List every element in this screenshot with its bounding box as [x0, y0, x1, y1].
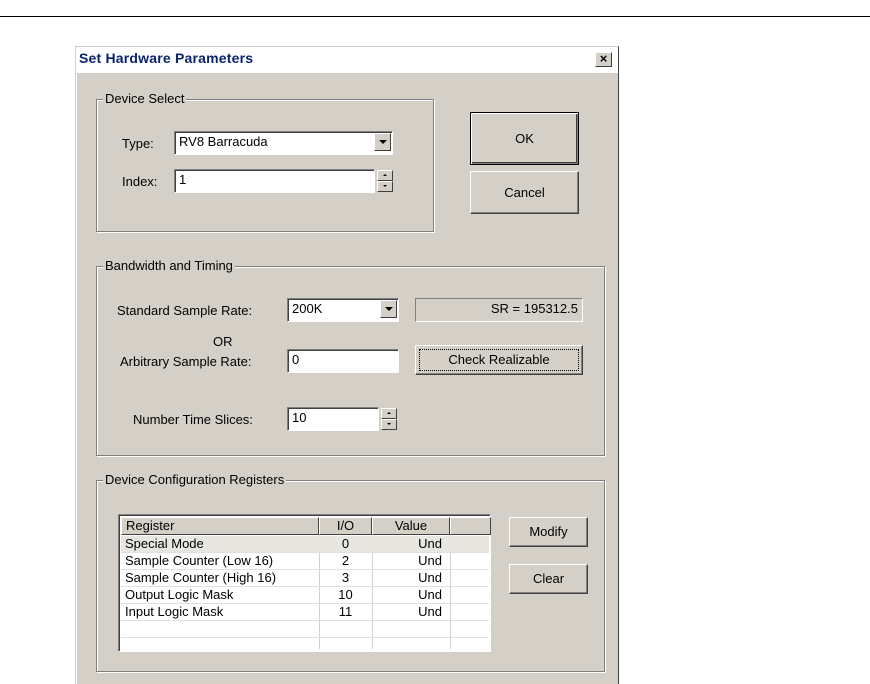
focus-rect: [419, 349, 579, 371]
check-realizable-button[interactable]: Check Realizable: [415, 345, 583, 375]
index-input-value: 1: [179, 172, 187, 187]
title-bar: Set Hardware Parameters ×: [76, 47, 618, 73]
table-row[interactable]: Sample Counter (High 16) 3 Und: [121, 570, 489, 586]
register-cell: Output Logic Mask: [125, 587, 234, 602]
close-icon: ×: [599, 51, 608, 66]
grid-line: [121, 637, 489, 638]
value-cell: Und: [418, 604, 442, 619]
modify-button-label: Modify: [529, 524, 568, 539]
table-row[interactable]: Output Logic Mask 10 Und: [121, 587, 489, 603]
time-slices-spin-up-icon[interactable]: [381, 408, 397, 419]
top-border-line: [0, 16, 870, 17]
index-label: Index:: [122, 174, 158, 189]
standard-sample-rate-label: Standard Sample Rate:: [117, 303, 253, 318]
value-cell: Und: [418, 536, 442, 551]
column-header-value[interactable]: Value: [372, 517, 450, 535]
table-row[interactable]: Sample Counter (Low 16) 2 Und: [121, 553, 489, 569]
standard-sample-rate-dropdown-button[interactable]: [380, 300, 397, 318]
arbitrary-sample-rate-label: Arbitrary Sample Rate:: [120, 354, 252, 369]
io-cell: 0: [341, 536, 350, 551]
table-row[interactable]: Special Mode 0 Und: [121, 536, 489, 552]
number-time-slices-label: Number Time Slices:: [133, 412, 253, 427]
device-select-legend: Device Select: [103, 91, 187, 106]
register-cell: Special Mode: [125, 536, 204, 551]
index-input[interactable]: 1: [174, 169, 375, 193]
standard-sample-rate-select[interactable]: 200K: [287, 298, 399, 322]
time-slices-spin-down-icon[interactable]: [381, 419, 397, 430]
io-cell: 10: [338, 587, 353, 602]
value-cell: Und: [418, 570, 442, 585]
cancel-button-label: Cancel: [504, 185, 545, 200]
io-cell: 11: [338, 604, 353, 619]
ok-button[interactable]: OK: [470, 112, 579, 165]
type-dropdown-button[interactable]: [374, 133, 391, 151]
column-header-io[interactable]: I/O: [319, 517, 372, 535]
clear-button-label: Clear: [532, 571, 565, 586]
register-cell: Sample Counter (High 16): [125, 570, 277, 585]
bandwidth-timing-legend: Bandwidth and Timing: [103, 258, 235, 273]
or-label: OR: [213, 334, 233, 349]
time-slices-spinner[interactable]: [381, 408, 397, 430]
io-cell: 2: [341, 553, 350, 568]
index-spin-up-icon[interactable]: [377, 170, 393, 181]
index-spinner[interactable]: [377, 170, 393, 192]
value-cell: Und: [418, 587, 442, 602]
grid-line: [121, 620, 489, 621]
cancel-button[interactable]: Cancel: [470, 171, 579, 214]
standard-sample-rate-value: 200K: [292, 301, 323, 316]
type-label: Type:: [122, 136, 154, 151]
ok-button-label: OK: [515, 131, 534, 146]
column-header-register[interactable]: Register: [121, 517, 319, 535]
type-select[interactable]: RV8 Barracuda: [174, 131, 393, 155]
dialog-title: Set Hardware Parameters: [79, 50, 254, 66]
type-select-value: RV8 Barracuda: [179, 134, 268, 149]
column-header-extra[interactable]: [450, 517, 491, 535]
arbitrary-sample-rate-value: 0: [292, 352, 300, 367]
sr-readout-value: SR = 195312.5: [490, 301, 578, 316]
clear-button[interactable]: Clear: [509, 564, 588, 594]
register-cell: Sample Counter (Low 16): [125, 553, 274, 568]
index-spin-down-icon[interactable]: [377, 181, 393, 192]
number-time-slices-input[interactable]: 10: [287, 407, 379, 431]
set-hardware-parameters-dialog: Set Hardware Parameters × Device Select …: [75, 46, 619, 684]
register-cell: Input Logic Mask: [125, 604, 224, 619]
sr-readout: SR = 195312.5: [415, 298, 583, 322]
table-row[interactable]: Input Logic Mask 11 Und: [121, 604, 489, 620]
device-select-group: Device Select: [96, 91, 434, 232]
io-cell: 3: [341, 570, 350, 585]
value-cell: Und: [418, 553, 442, 568]
arbitrary-sample-rate-input[interactable]: 0: [287, 349, 399, 373]
registers-list[interactable]: Register I/O Value Special Mode 0 Und Sa…: [118, 514, 491, 652]
device-config-registers-legend: Device Configuration Registers: [103, 472, 287, 487]
close-button[interactable]: ×: [595, 52, 612, 67]
number-time-slices-value: 10: [292, 410, 307, 425]
modify-button[interactable]: Modify: [509, 517, 588, 547]
